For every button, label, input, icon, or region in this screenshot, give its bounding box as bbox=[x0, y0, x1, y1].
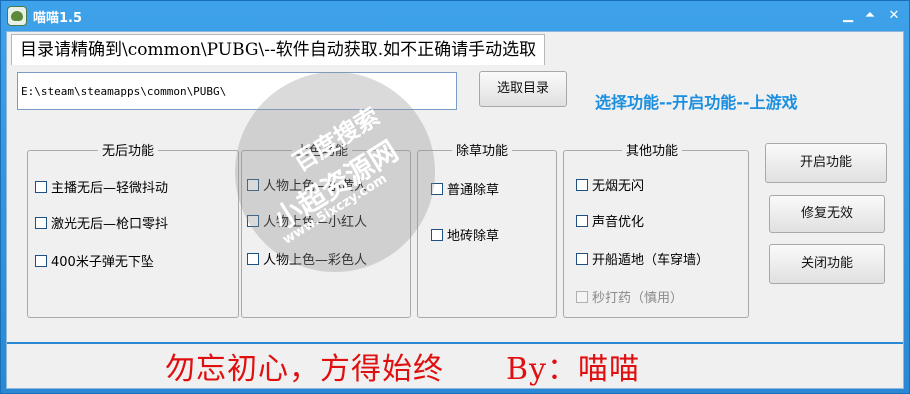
disable-features-button[interactable]: 关闭功能 bbox=[769, 244, 885, 284]
no-bullet-drop-checkbox[interactable]: 400米子弹无下坠 bbox=[35, 251, 154, 270]
grass-group-title: 除草功能 bbox=[452, 140, 513, 159]
watermark: 百度搜索 小超资源网 www.5ixczy.com bbox=[235, 72, 435, 272]
instant-heal-checkbox: 秒打药（慎用） bbox=[576, 287, 683, 306]
usage-hint: 选择功能--开启功能--上游戏 bbox=[595, 93, 798, 112]
checkbox-box[interactable] bbox=[576, 178, 588, 191]
other-group: 其他功能 无烟无闪 声音优化 开船遁地（车穿墙） 秒打药（慎用） bbox=[563, 140, 749, 318]
checkbox-box[interactable] bbox=[35, 216, 47, 229]
checkbox-box[interactable] bbox=[576, 214, 588, 227]
grass-group: 除草功能 普通除草 地砖除草 bbox=[417, 140, 557, 318]
recoil-group: 无后功能 主播无后—轻微抖动 激光无后—枪口零抖 400米子弹无下坠 bbox=[27, 140, 239, 318]
directory-instruction-tab: 目录请精确到\common\PUBG\--软件自动获取.如不正确请手动选取 bbox=[11, 34, 546, 65]
enable-features-button[interactable]: 开启功能 bbox=[765, 143, 887, 183]
boat-underground-checkbox[interactable]: 开船遁地（车穿墙） bbox=[576, 249, 709, 268]
select-directory-button[interactable]: 选取目录 bbox=[479, 71, 567, 107]
maximize-icon[interactable]: ⏶ bbox=[861, 7, 879, 25]
checkbox-box bbox=[576, 290, 588, 303]
checkbox-box[interactable] bbox=[431, 228, 443, 241]
window-title: 喵喵1.5 bbox=[33, 11, 83, 26]
repair-button[interactable]: 修复无效 bbox=[769, 195, 885, 233]
slogan-text: 勿忘初心，方得始终 By：喵喵 bbox=[165, 352, 640, 387]
sound-optimize-checkbox[interactable]: 声音优化 bbox=[576, 211, 644, 230]
checkbox-box[interactable] bbox=[35, 254, 47, 267]
close-icon[interactable]: ✕ bbox=[885, 7, 903, 25]
tile-grass-removal-checkbox[interactable]: 地砖除草 bbox=[431, 225, 499, 244]
cat-app-icon bbox=[7, 6, 27, 26]
recoil-group-title: 无后功能 bbox=[98, 140, 159, 159]
no-smoke-flash-checkbox[interactable]: 无烟无闪 bbox=[576, 175, 644, 194]
client-area: 目录请精确到\common\PUBG\--软件自动获取.如不正确请手动选取 选取… bbox=[6, 31, 904, 389]
minimize-icon[interactable]: ▁ bbox=[839, 7, 857, 25]
laser-recoil-checkbox[interactable]: 激光无后—枪口零抖 bbox=[35, 213, 168, 232]
streamer-recoil-checkbox[interactable]: 主播无后—轻微抖动 bbox=[35, 177, 168, 196]
title-bar[interactable]: 喵喵1.5 ▁ ⏶ ✕ bbox=[1, 1, 909, 31]
checkbox-box[interactable] bbox=[576, 252, 588, 265]
app-window: 喵喵1.5 ▁ ⏶ ✕ 目录请精确到\common\PUBG\--软件自动获取.… bbox=[0, 0, 910, 394]
checkbox-box[interactable] bbox=[35, 180, 47, 193]
other-group-title: 其他功能 bbox=[622, 140, 683, 159]
normal-grass-removal-checkbox[interactable]: 普通除草 bbox=[431, 179, 499, 198]
